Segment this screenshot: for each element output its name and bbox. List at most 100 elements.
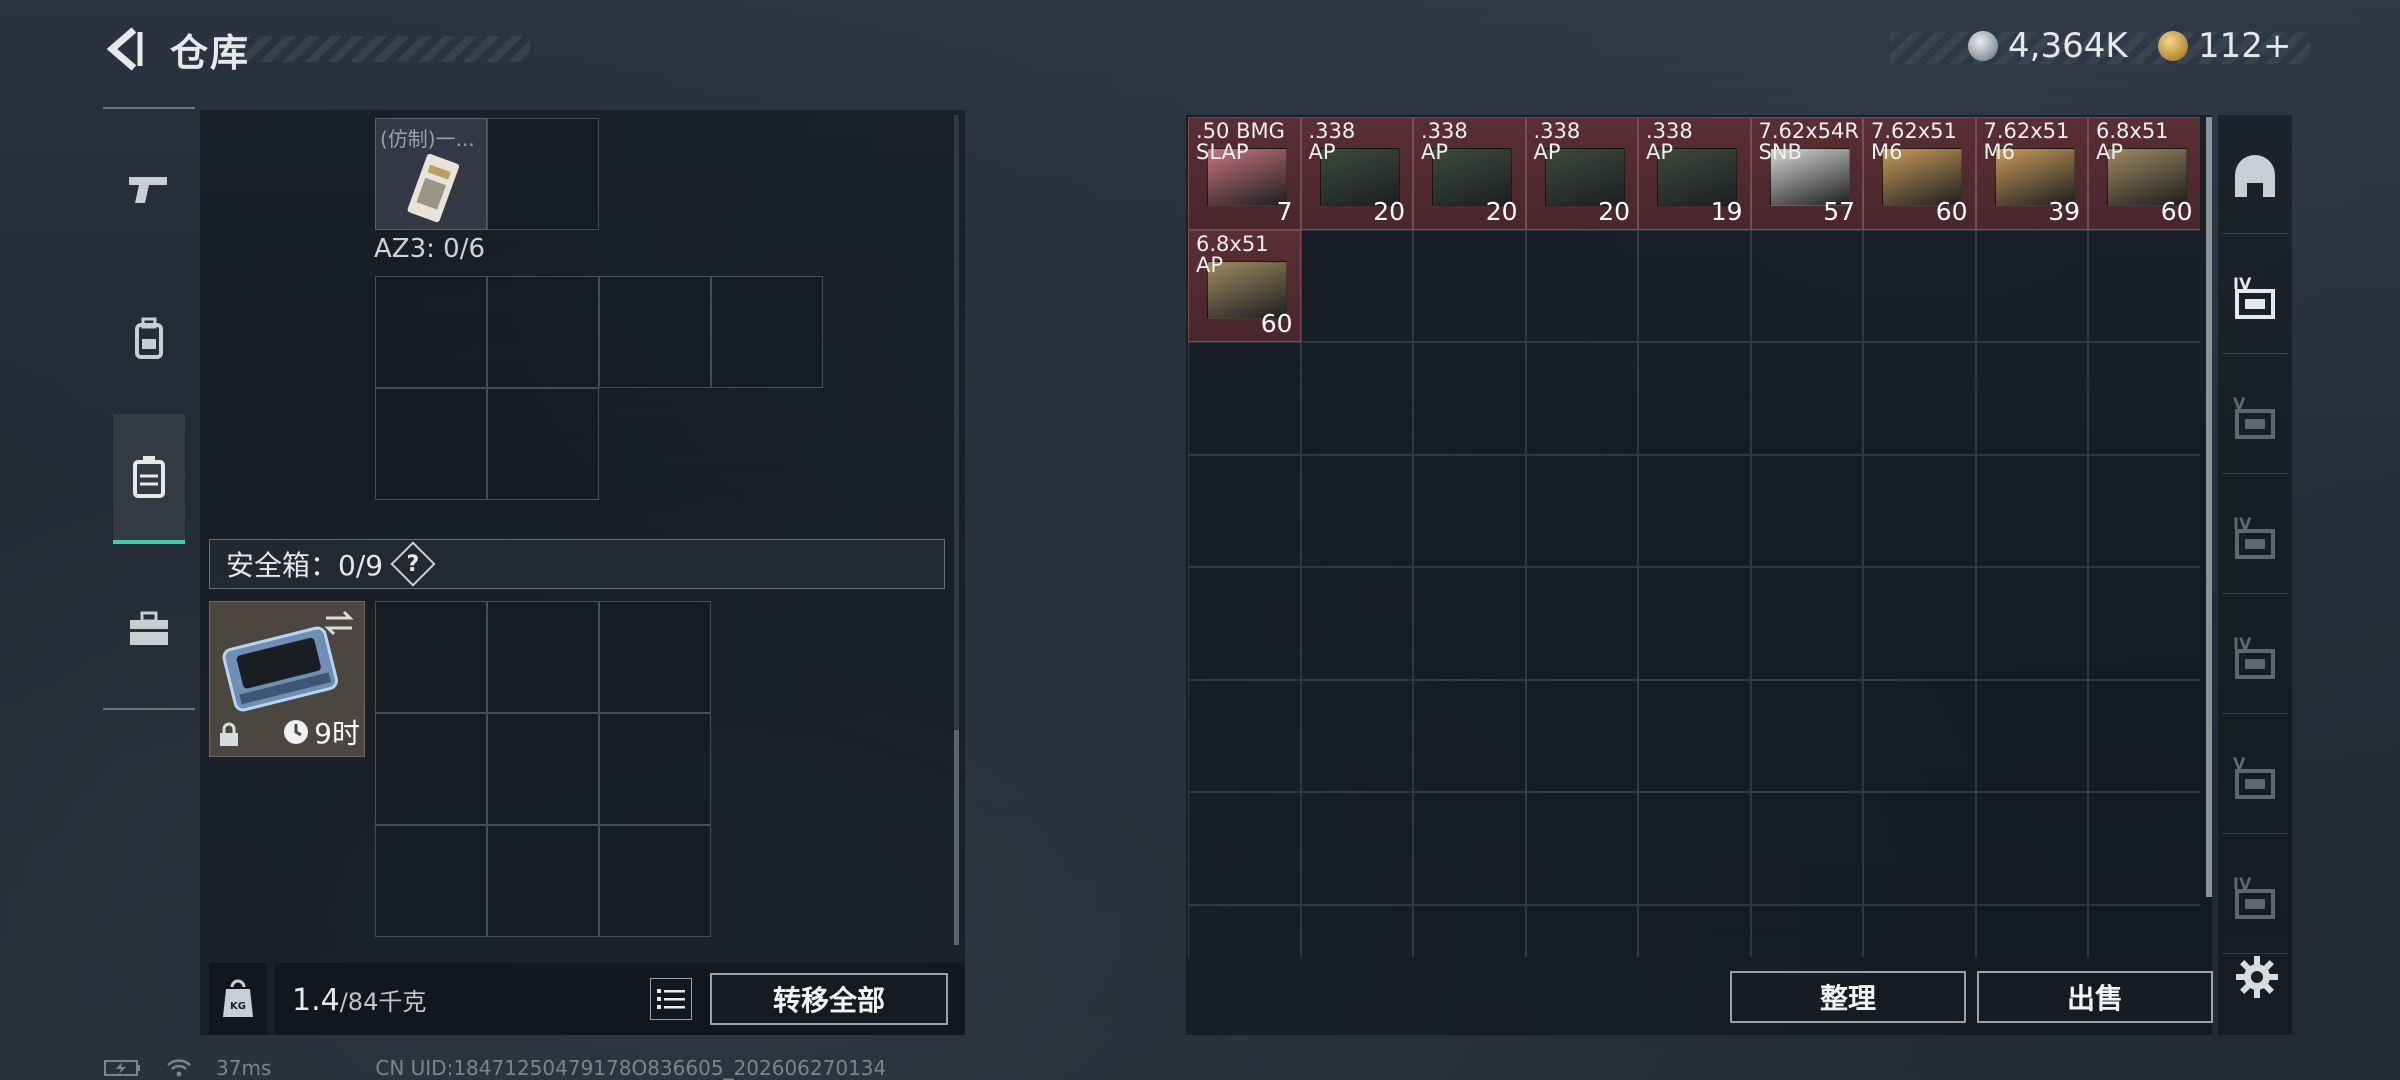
transfer-all-button[interactable]: 转移全部 xyxy=(710,973,948,1025)
inventory-cell[interactable] xyxy=(1975,679,2088,792)
inventory-cell[interactable] xyxy=(1525,904,1638,957)
az3-slot[interactable] xyxy=(487,276,599,388)
az3-slot[interactable] xyxy=(711,276,823,388)
inventory-cell[interactable] xyxy=(2088,567,2200,680)
inventory-cell[interactable] xyxy=(1188,342,1301,455)
inventory-cell[interactable] xyxy=(1413,567,1526,680)
safe-box-slot[interactable] xyxy=(375,825,487,937)
swap-icon[interactable] xyxy=(322,608,356,636)
inventory-cell[interactable] xyxy=(1750,342,1863,455)
az3-slot[interactable] xyxy=(599,276,711,388)
sort-button[interactable]: 整理 xyxy=(1730,971,1966,1023)
inventory-cell[interactable] xyxy=(1975,904,2088,957)
inventory-cell[interactable] xyxy=(2088,229,2200,342)
storage-scroll-thumb[interactable] xyxy=(954,730,959,945)
inventory-cell[interactable] xyxy=(1300,679,1413,792)
inventory-cell[interactable] xyxy=(1525,229,1638,342)
inventory-cell[interactable] xyxy=(1638,229,1751,342)
rail-tab-toolbox[interactable] xyxy=(113,564,185,694)
az3-slot[interactable] xyxy=(487,388,599,500)
inventory-cell[interactable] xyxy=(1413,342,1526,455)
inventory-cell[interactable] xyxy=(1750,567,1863,680)
inventory-cell[interactable] xyxy=(1863,679,1976,792)
inventory-cell[interactable] xyxy=(1750,904,1863,957)
inventory-cell[interactable] xyxy=(1863,454,1976,567)
inventory-cell[interactable] xyxy=(1188,679,1301,792)
inventory-cell[interactable] xyxy=(1525,454,1638,567)
inventory-cell[interactable] xyxy=(1750,792,1863,905)
inventory-item[interactable]: .338 AP 20 xyxy=(1525,117,1638,230)
inventory-cell[interactable] xyxy=(1525,567,1638,680)
inventory-item[interactable]: .50 BMG SLAP 7 xyxy=(1188,117,1301,230)
inventory-cell[interactable] xyxy=(1300,454,1413,567)
inventory-item[interactable]: 7.62x54R SNB 57 xyxy=(1750,117,1863,230)
storage-tab-3[interactable]: V xyxy=(2222,364,2288,474)
back-arrow-icon[interactable] xyxy=(100,24,150,74)
inventory-cell[interactable] xyxy=(1525,679,1638,792)
inventory-cell[interactable] xyxy=(1638,904,1751,957)
inventory-cell[interactable] xyxy=(1975,342,2088,455)
currency-gold[interactable]: 112+ xyxy=(2158,26,2291,66)
inventory-cell[interactable] xyxy=(1638,454,1751,567)
rail-tab-backpack[interactable] xyxy=(113,274,185,404)
safe-box-slot[interactable] xyxy=(599,825,711,937)
bag-weight-button[interactable]: KG xyxy=(209,963,267,1035)
inventory-cell[interactable] xyxy=(1413,792,1526,905)
inventory-cell[interactable] xyxy=(1863,342,1976,455)
storage-item-slot[interactable]: (仿制)一... xyxy=(375,118,487,230)
inventory-cell[interactable] xyxy=(1300,904,1413,957)
sell-button[interactable]: 出售 xyxy=(1977,971,2213,1023)
safe-box-slot[interactable] xyxy=(375,601,487,713)
storage-tab-5[interactable]: IV xyxy=(2222,604,2288,714)
inventory-cell[interactable] xyxy=(1525,792,1638,905)
inventory-cell[interactable] xyxy=(1975,792,2088,905)
inventory-cell[interactable] xyxy=(1638,567,1751,680)
safe-box-slot[interactable] xyxy=(599,601,711,713)
storage-tab-4[interactable]: IV xyxy=(2222,484,2288,594)
inventory-item[interactable]: .338 AP 19 xyxy=(1638,117,1751,230)
inventory-cell[interactable] xyxy=(2088,792,2200,905)
inventory-cell[interactable] xyxy=(1863,229,1976,342)
inventory-item[interactable]: .338 AP 20 xyxy=(1413,117,1526,230)
inventory-cell[interactable] xyxy=(1638,342,1751,455)
help-button[interactable]: ? xyxy=(390,541,436,587)
safe-box-slot[interactable] xyxy=(487,713,599,825)
inventory-cell[interactable] xyxy=(1188,567,1301,680)
storage-tab-2[interactable]: IV xyxy=(2222,244,2288,354)
safe-box-slot[interactable] xyxy=(599,713,711,825)
inventory-cell[interactable] xyxy=(1413,229,1526,342)
inventory-cell[interactable] xyxy=(1300,792,1413,905)
inventory-cell[interactable] xyxy=(1413,904,1526,957)
inventory-item[interactable]: 7.62x51 M6 39 xyxy=(1975,117,2088,230)
inventory-cell[interactable] xyxy=(1188,904,1301,957)
safe-box-slot[interactable] xyxy=(487,825,599,937)
inventory-scrollbar[interactable] xyxy=(2206,117,2212,897)
inventory-item[interactable]: 6.8x51 AP 60 xyxy=(2088,117,2200,230)
storage-slot[interactable] xyxy=(487,118,599,230)
inventory-cell[interactable] xyxy=(1188,454,1301,567)
inventory-cell[interactable] xyxy=(1975,567,2088,680)
safe-box-slot[interactable] xyxy=(375,713,487,825)
storage-tab-1[interactable] xyxy=(2222,124,2288,234)
gear-icon[interactable] xyxy=(2235,955,2279,999)
safe-case-item[interactable]: 9时 xyxy=(209,601,365,757)
inventory-cell[interactable] xyxy=(1975,229,2088,342)
inventory-cell[interactable] xyxy=(1638,679,1751,792)
inventory-item[interactable]: 6.8x51 AP 60 xyxy=(1188,229,1301,342)
inventory-cell[interactable] xyxy=(2088,904,2200,957)
inventory-cell[interactable] xyxy=(1300,229,1413,342)
currency-silver[interactable]: 4,364K xyxy=(1968,26,2128,66)
list-view-button[interactable] xyxy=(650,978,692,1020)
inventory-cell[interactable] xyxy=(1863,567,1976,680)
rail-tab-container[interactable] xyxy=(113,414,185,544)
inventory-cell[interactable] xyxy=(1750,454,1863,567)
inventory-cell[interactable] xyxy=(2088,454,2200,567)
inventory-cell[interactable] xyxy=(1300,342,1413,455)
inventory-cell[interactable] xyxy=(1638,792,1751,905)
inventory-cell[interactable] xyxy=(1863,904,1976,957)
inventory-cell[interactable] xyxy=(1525,342,1638,455)
storage-tab-6[interactable]: V xyxy=(2222,724,2288,834)
inventory-cell[interactable] xyxy=(1750,679,1863,792)
inventory-cell[interactable] xyxy=(2088,679,2200,792)
rail-tab-weapons[interactable] xyxy=(113,124,185,254)
